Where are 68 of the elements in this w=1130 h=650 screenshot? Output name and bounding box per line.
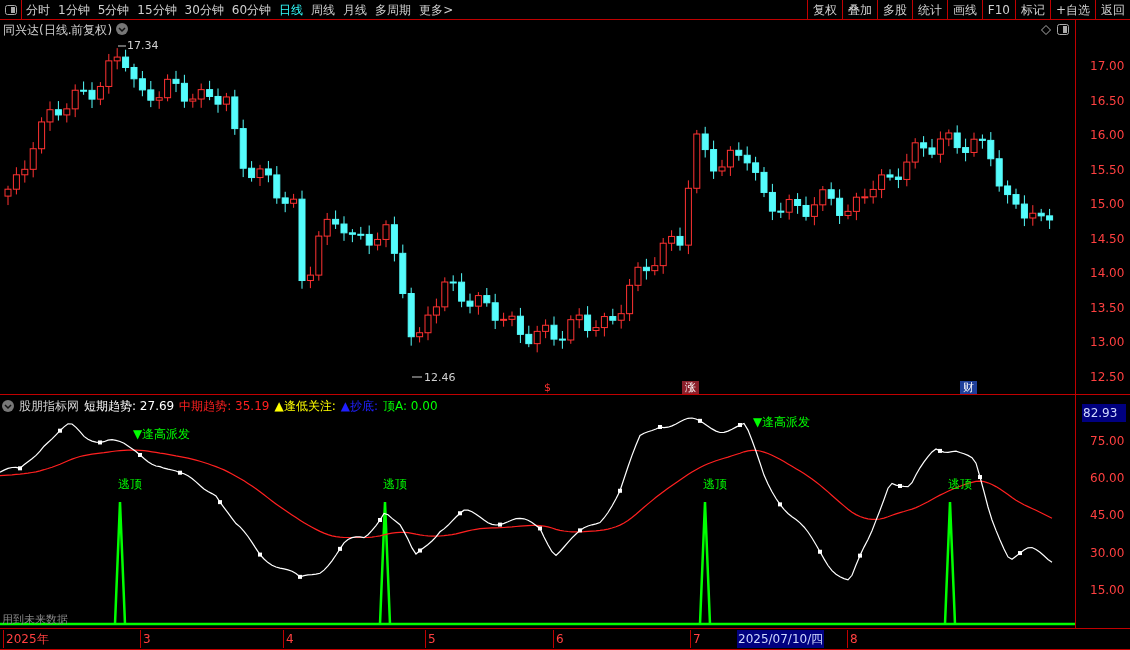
high-price-label: 17.34 (127, 38, 159, 54)
indicator-name: 股朋指标网 (19, 398, 79, 415)
cursor-date-label: 2025/07/10/四 (737, 630, 825, 648)
price-axis-label: 15.00 (1090, 196, 1125, 213)
price-axis-label: 16.50 (1090, 92, 1125, 110)
period-tab[interactable]: 周线 (307, 0, 340, 19)
legend-item: 顶A: 0.00 (383, 398, 438, 415)
toolbar-button[interactable]: +自选 (1049, 0, 1095, 20)
price-axis-label: 17.00 (1090, 58, 1125, 75)
price-axis-label: 13.50 (1090, 299, 1125, 317)
toolbar-button[interactable]: F10 (981, 0, 1015, 20)
indicator-axis-label: 30.00 (1090, 544, 1125, 562)
price-axis-label: 16.00 (1090, 127, 1125, 144)
period-tab[interactable]: 1分钟 (54, 0, 94, 19)
toolbar-button[interactable]: 画线 (946, 0, 982, 20)
chart-title: 同兴达(日线.前复权) (3, 22, 113, 39)
legend-item: ▲逢低关注: (274, 398, 336, 415)
warning-note: 用到未来数据 (2, 612, 68, 628)
dropdown-icon[interactable] (2, 400, 14, 412)
signal-label: ▼逢高派发 (753, 414, 811, 431)
signal-label: 逃顶 (703, 476, 727, 493)
legend-item: ▲抄底: (340, 398, 378, 415)
signal-label: ▼逢高派发 (133, 426, 191, 443)
period-tab[interactable]: 分时 (22, 0, 54, 19)
legend-item: 中期趋势: 35.19 (179, 398, 270, 415)
price-axis-label: 14.50 (1090, 230, 1125, 248)
price-axis-label: 13.00 (1090, 334, 1125, 351)
period-tab[interactable]: 月线 (339, 0, 372, 19)
dropdown-icon[interactable] (116, 23, 128, 35)
legend-item: 短期趋势: 27.69 (84, 398, 175, 415)
leader-line (411, 376, 423, 378)
indicator-axis-label: 15.00 (1090, 581, 1125, 599)
indicator-axis-label: 60.00 (1090, 470, 1125, 488)
period-tab[interactable]: 日线 (275, 0, 308, 19)
panel-toggle-icon[interactable] (1057, 24, 1069, 35)
date-axis-label: 8 (847, 630, 858, 648)
panel-toggle-icon[interactable] (4, 4, 17, 15)
toolbar-button[interactable]: 多股 (876, 0, 912, 20)
signal-label: 逃顶 (118, 476, 142, 493)
toolbar-button[interactable]: 叠加 (841, 0, 877, 20)
price-axis-label: 12.50 (1090, 368, 1125, 386)
period-tab[interactable]: 15分钟 (133, 0, 181, 19)
event-marker[interactable]: 财 (960, 381, 977, 394)
toolbar-button[interactable]: 复权 (806, 0, 842, 20)
date-axis-label: 5 (425, 630, 436, 648)
toolbar-button[interactable]: 返回 (1095, 0, 1130, 20)
date-axis-label: 4 (283, 630, 294, 648)
toolbar-button[interactable]: 标记 (1014, 0, 1050, 20)
event-marker[interactable]: 涨 (682, 381, 699, 394)
period-tab[interactable]: 5分钟 (93, 0, 134, 19)
period-tab[interactable]: 多周期 (371, 0, 416, 19)
current-value-label: 82.93 (1082, 404, 1126, 422)
date-axis-label: 6 (553, 630, 564, 648)
leader-line (117, 45, 127, 47)
period-tab[interactable]: 30分钟 (180, 0, 228, 19)
toolbar-button[interactable]: 统计 (911, 0, 947, 20)
date-axis-label: 7 (690, 630, 701, 648)
price-axis-label: 15.50 (1090, 161, 1125, 179)
period-tab[interactable]: 更多> (415, 0, 458, 19)
price-axis-label: 14.00 (1090, 265, 1125, 282)
low-price-label: 12.46 (424, 370, 456, 386)
diamond-icon[interactable] (1041, 25, 1051, 35)
period-tab[interactable]: 60分钟 (227, 0, 276, 19)
indicator-axis-label: 45.00 (1090, 507, 1125, 525)
date-axis-label: 3 (140, 630, 151, 648)
signal-label: 逃顶 (383, 476, 407, 493)
indicator-axis-label: 75.00 (1090, 433, 1125, 450)
date-axis-label: 2025年 (3, 630, 49, 648)
